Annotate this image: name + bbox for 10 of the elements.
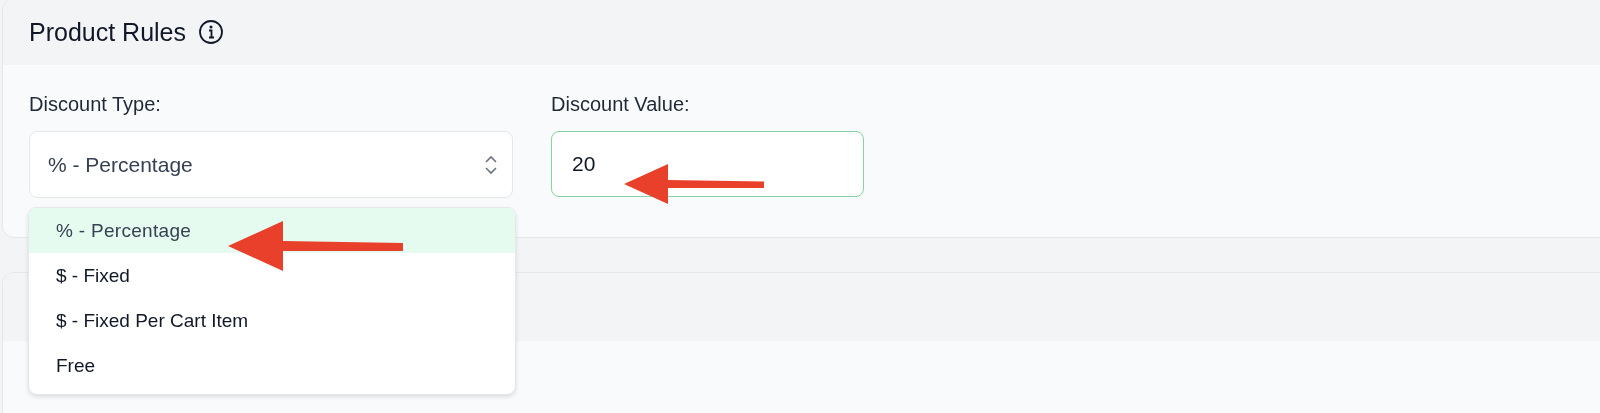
card-title: Product Rules [29,17,187,47]
info-icon [198,19,225,45]
discount-type-select[interactable]: % - Percentage [29,131,513,198]
dropdown-option[interactable]: $ - Fixed Per Cart Item [29,298,515,343]
dropdown-option[interactable]: $ - Fixed [29,253,515,298]
field-label: Discount Type: [29,93,162,116]
dropdown-option[interactable]: % - Percentage [29,208,515,253]
discount-value-field[interactable]: 20 [551,131,864,197]
dropdown-option[interactable]: Free [29,343,515,388]
field-label: Discount Value: [551,93,691,116]
